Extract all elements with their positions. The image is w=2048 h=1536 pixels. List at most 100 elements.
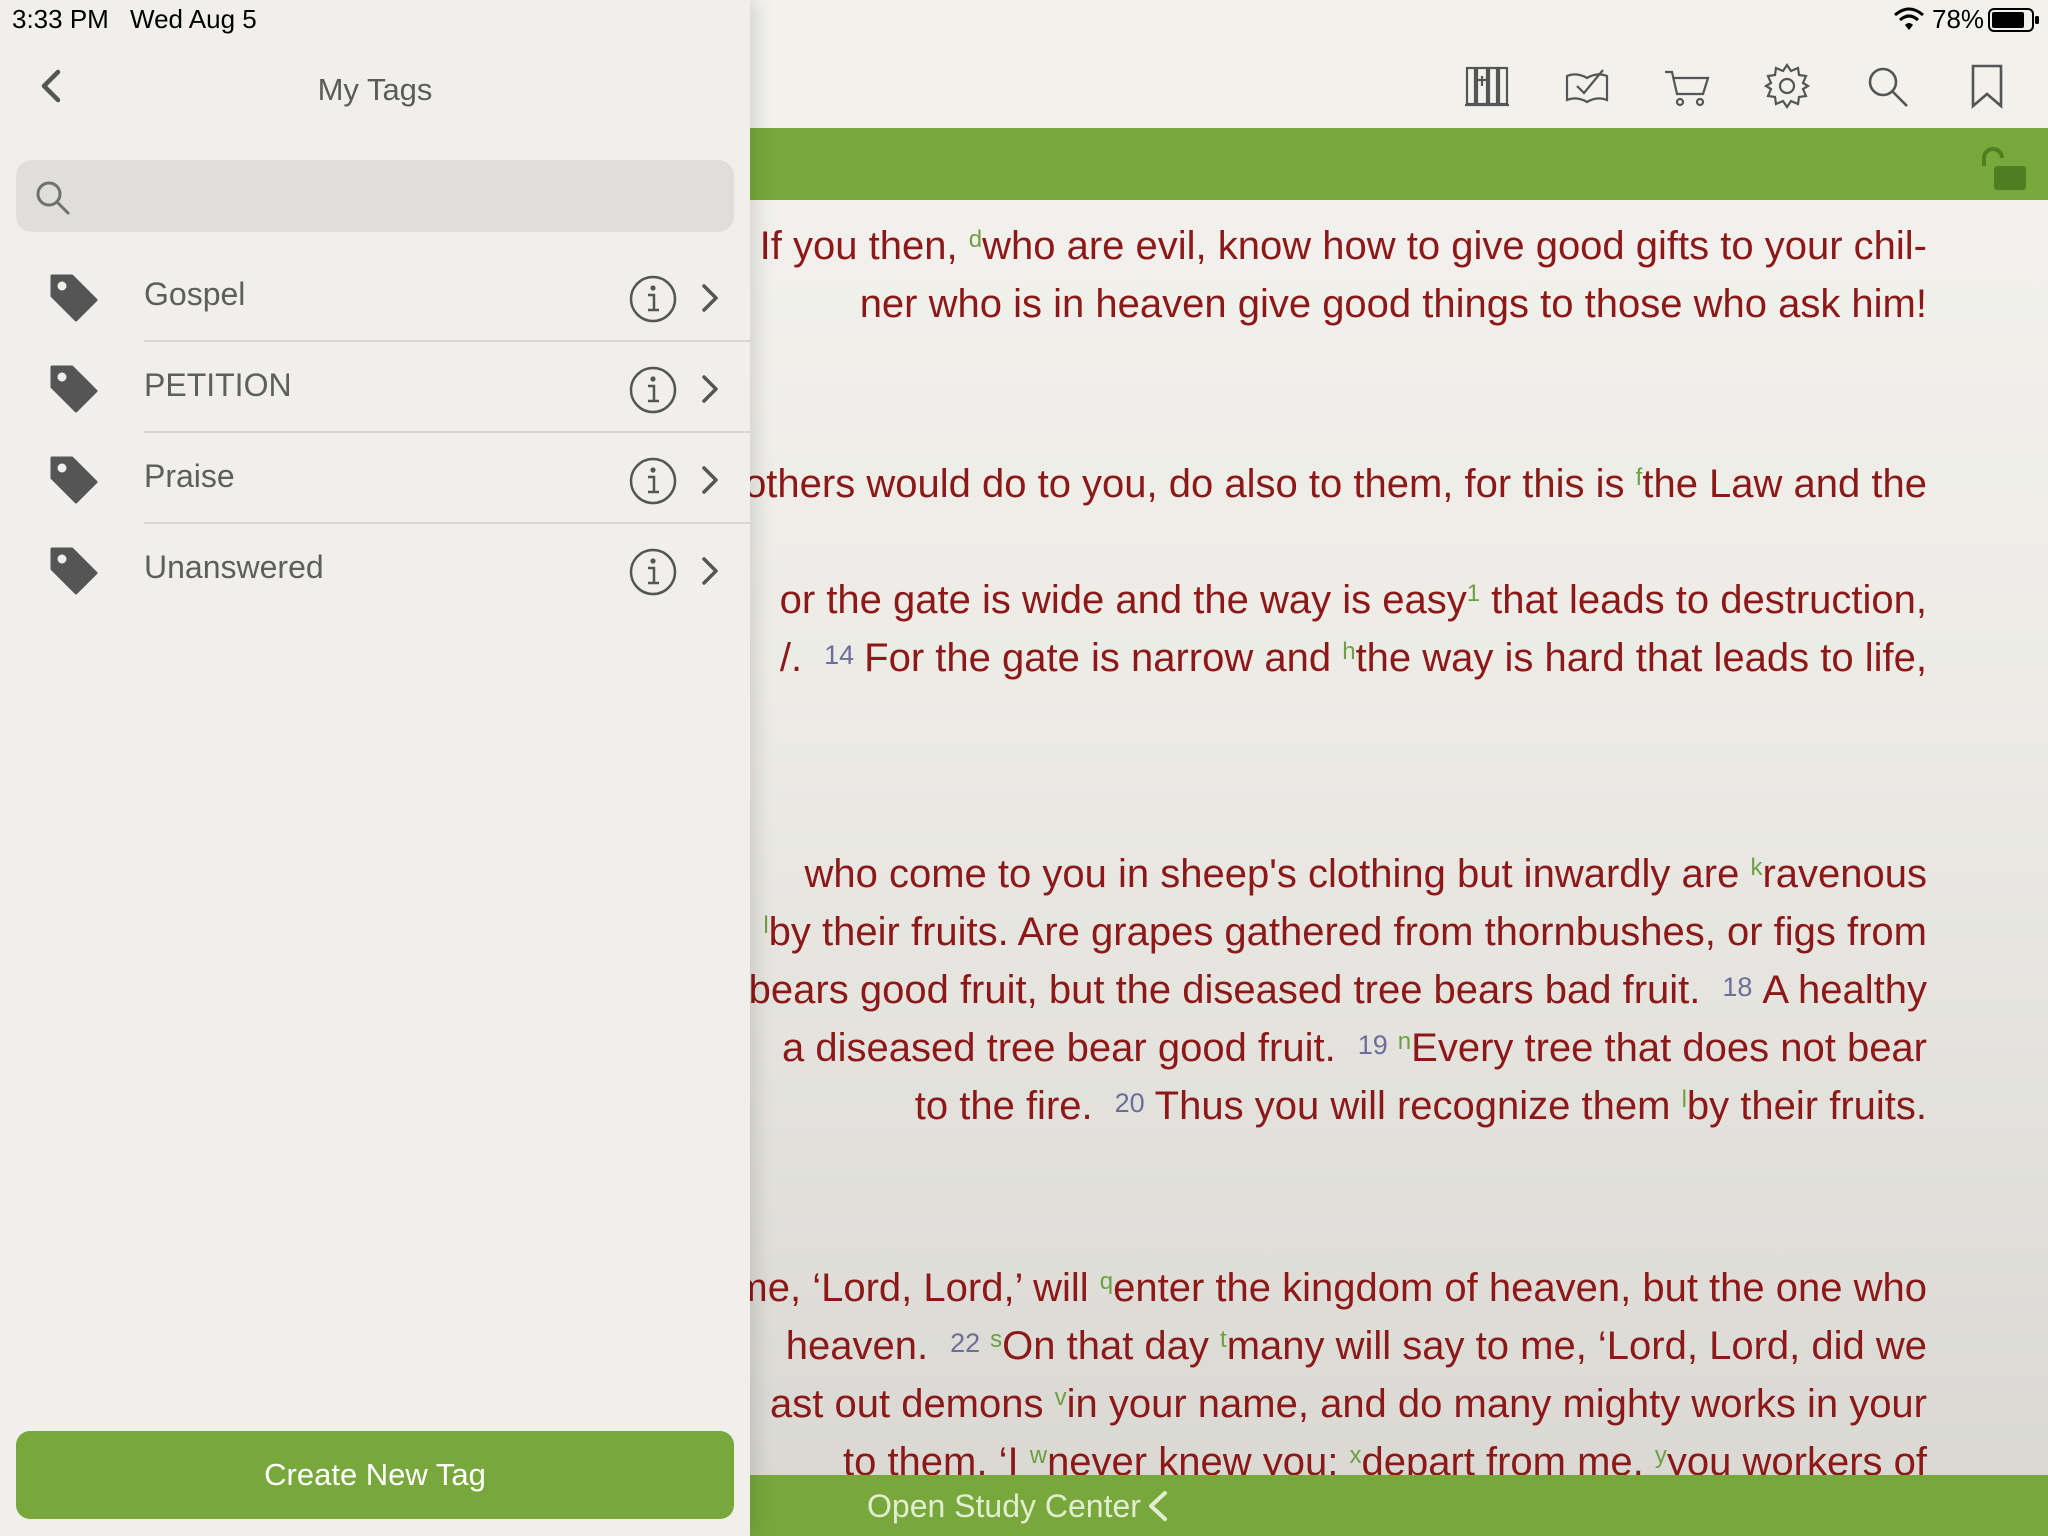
verse-text: the Law and the <box>1642 462 1927 506</box>
scripture-line[interactable]: a diseased tree bear good fruit. 19 nEvery… <box>782 1024 1927 1072</box>
scripture-line[interactable]: to the fire. 20 Thus you will recognize th… <box>915 1082 1927 1130</box>
tag-label: Gospel <box>144 276 246 312</box>
chevron-right-icon[interactable] <box>696 371 724 407</box>
cross-reference-marker[interactable]: d <box>969 226 982 253</box>
scripture-line[interactable]: /. 14 For the gate is narrow and hthe way … <box>780 634 1927 682</box>
verse-text: the way is hard that leads to life, <box>1355 636 1927 680</box>
verse-text: that leads to destruction, <box>1480 578 1927 622</box>
cross-reference-marker[interactable]: x <box>1349 1442 1361 1469</box>
tag-row-praise[interactable]: Praise <box>0 434 750 524</box>
tag-icon <box>50 547 98 595</box>
cross-reference-marker[interactable]: t <box>1220 1326 1227 1353</box>
chevron-right-icon[interactable] <box>696 280 724 316</box>
divider <box>144 431 750 433</box>
verse-text: by their fruits. Are grapes gathered fro… <box>768 910 1927 954</box>
verse-text: who are evil, know how to give good gift… <box>982 224 1927 268</box>
verse-text: On that day <box>1002 1324 1221 1368</box>
verse-text: A healthy <box>1762 968 1927 1012</box>
wifi-icon <box>1894 7 1924 30</box>
verse-text: to the fire. <box>914 1084 1093 1128</box>
info-icon[interactable] <box>628 274 678 324</box>
bookmark-icon[interactable] <box>1961 60 2013 112</box>
tag-icon <box>50 365 98 413</box>
cross-reference-marker[interactable]: l <box>763 912 768 939</box>
scripture-line[interactable]: or the gate is wide and the way is easy1… <box>780 576 1927 624</box>
verse-text: enter the kingdom of heaven, but the one… <box>1113 1266 1927 1310</box>
verse-text: you workers of <box>1666 1440 1927 1475</box>
library-icon[interactable] <box>1461 60 1513 112</box>
verse-text: to them, ‘I <box>842 1440 1030 1475</box>
tag-row-petition[interactable]: PETITION <box>0 343 750 433</box>
info-icon[interactable] <box>628 456 678 506</box>
tag-search-input[interactable] <box>86 160 720 234</box>
verse-text: by their fruits. <box>1686 1084 1927 1128</box>
info-icon[interactable] <box>628 365 678 415</box>
reading-plan-icon[interactable] <box>1561 60 1613 112</box>
settings-icon[interactable] <box>1761 60 1813 112</box>
verse-text: who come to you in sheep's clothing but … <box>804 852 1751 896</box>
battery-icon <box>1988 8 2039 32</box>
cross-reference-marker[interactable]: 1 <box>1467 580 1480 607</box>
battery-percentage: 78% <box>1932 4 1985 34</box>
tag-label: Praise <box>144 458 235 494</box>
scripture-line[interactable]: who come to you in sheep's clothing but … <box>805 850 1928 898</box>
chevron-right-icon[interactable] <box>696 462 724 498</box>
tag-label: Unanswered <box>144 549 324 585</box>
cross-reference-marker[interactable]: f <box>1636 464 1643 491</box>
scripture-line[interactable]: heaven. 22 sOn that day tmany will say to … <box>786 1322 1927 1370</box>
verse-number[interactable]: 14 <box>824 640 854 670</box>
scripture-line[interactable]: bears good fruit, but the diseased tree … <box>749 966 1927 1014</box>
verse-number[interactable]: 20 <box>1115 1088 1145 1118</box>
verse-number[interactable]: 18 <box>1722 972 1752 1002</box>
search-icon <box>36 181 70 215</box>
verse-text: never knew you; <box>1047 1440 1350 1475</box>
cross-reference-marker[interactable]: h <box>1342 638 1355 665</box>
verse-text: ast out demons <box>770 1382 1055 1426</box>
tag-row-unanswered[interactable]: Unanswered <box>0 525 750 615</box>
scripture-line[interactable]: ast out demons vin your name, and do man… <box>770 1380 1927 1428</box>
cross-reference-marker[interactable]: s <box>990 1326 1002 1353</box>
cross-reference-marker[interactable]: y <box>1655 1442 1667 1469</box>
cross-reference-marker[interactable]: v <box>1055 1384 1067 1411</box>
verse-text: in your name, and do many mighty works i… <box>1066 1382 1927 1426</box>
cross-reference-marker[interactable]: n <box>1398 1028 1411 1055</box>
cart-icon[interactable] <box>1661 60 1713 112</box>
scripture-line[interactable]: lby their fruits. Are grapes gathered fr… <box>763 908 1927 956</box>
verse-text: ner who is in heaven give good things to… <box>859 282 1927 326</box>
info-icon[interactable] <box>628 547 678 597</box>
unlock-icon[interactable] <box>1978 146 2028 192</box>
open-study-center-label[interactable]: Open Study Center <box>867 1488 1141 1525</box>
verse-text: or the gate is wide and the way is easy <box>779 578 1467 622</box>
scripture-line[interactable]: to them, ‘I wnever knew you; xdepart fro… <box>843 1438 1927 1475</box>
status-bar: 3:33 PM Wed Aug 5 78% <box>0 0 2048 40</box>
verse-text: For the gate is narrow and <box>864 636 1343 680</box>
panel-title: My Tags <box>317 72 433 107</box>
verse-number[interactable]: 19 <box>1358 1030 1388 1060</box>
cross-reference-marker[interactable]: w <box>1030 1442 1047 1469</box>
verse-text: Every tree that does not bear <box>1411 1026 1927 1070</box>
verse-number[interactable]: 22 <box>950 1328 980 1358</box>
cross-reference-marker[interactable]: k <box>1750 854 1762 881</box>
verse-text: heaven. <box>785 1324 929 1368</box>
scripture-line[interactable]: others would do to you, do also to them,… <box>744 460 1927 508</box>
chevron-left-icon[interactable] <box>1143 1489 1173 1523</box>
tag-icon <box>50 456 98 504</box>
cross-reference-marker[interactable]: q <box>1100 1268 1113 1295</box>
verse-text: a diseased tree bear good fruit. <box>782 1026 1336 1070</box>
divider <box>144 522 750 524</box>
search-icon[interactable] <box>1861 60 1913 112</box>
tag-row-gospel[interactable]: Gospel <box>0 252 750 342</box>
verse-text: /. <box>779 636 803 680</box>
tag-label: PETITION <box>144 367 292 403</box>
scripture-line[interactable]: ner who is in heaven give good things to… <box>860 280 1927 328</box>
tag-search-box[interactable] <box>16 160 734 234</box>
scripture-line[interactable]: · If you then, dwho are evil, know how t… <box>735 222 1927 270</box>
my-tags-panel: My Tags Gospel PETITION Praise Unanswere… <box>0 0 750 1536</box>
scripture-line[interactable]: me, ‘Lord, Lord,’ will qenter the kingdo… <box>734 1264 1927 1312</box>
cross-reference-marker[interactable]: l <box>1682 1086 1687 1113</box>
create-new-tag-button[interactable]: Create New Tag <box>16 1431 734 1519</box>
verse-text: ravenous <box>1762 852 1927 896</box>
status-date: Wed Aug 5 <box>130 4 257 34</box>
chevron-right-icon[interactable] <box>696 553 724 589</box>
divider <box>144 340 750 342</box>
